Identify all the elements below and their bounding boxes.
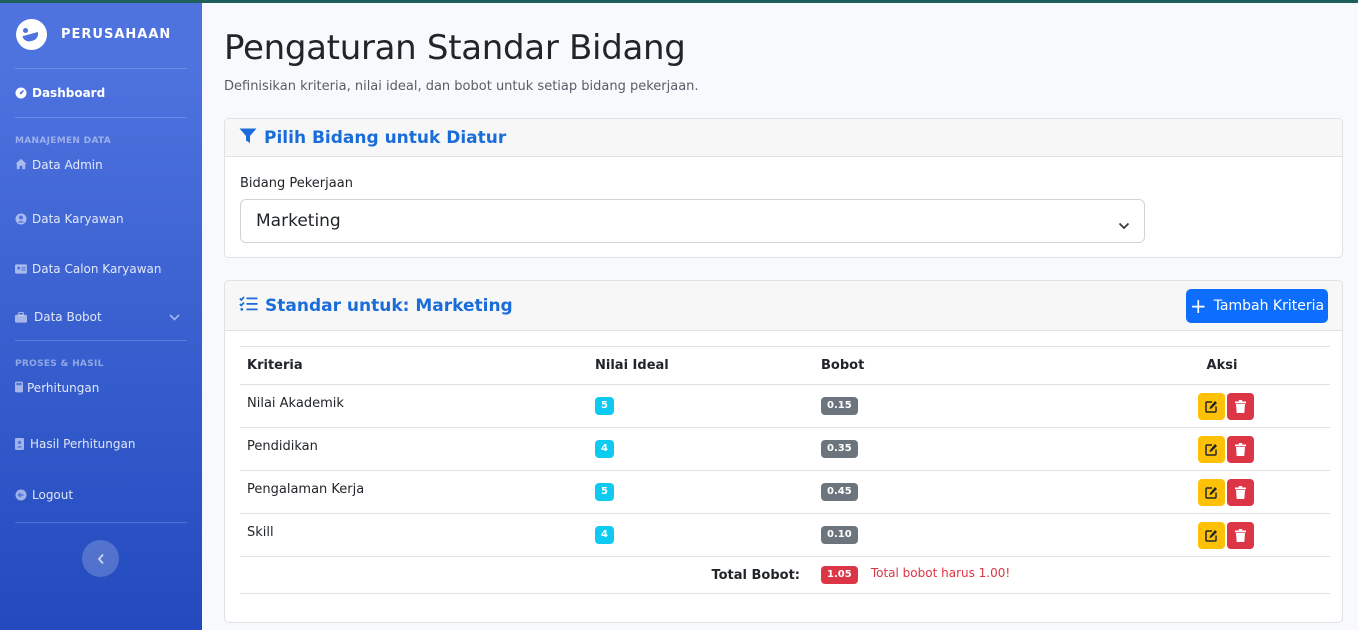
total-label: Total Bobot: bbox=[240, 556, 814, 594]
top-accent-line bbox=[0, 0, 1358, 3]
trash-icon bbox=[1234, 399, 1246, 413]
bobot-badge: 0.45 bbox=[821, 483, 858, 501]
sidebar-item-logout[interactable]: Logout bbox=[0, 475, 202, 515]
kriteria-cell: Pendidikan bbox=[240, 427, 588, 471]
sidebar-item-data-karyawan[interactable]: Data Karyawan bbox=[0, 194, 202, 244]
briefcase-icon bbox=[15, 311, 27, 323]
sidebar-item-label: Data Admin bbox=[32, 158, 103, 172]
sidebar-item-label: Dashboard bbox=[32, 86, 106, 100]
main-content: Pengaturan Standar Bidang Definisikan kr… bbox=[202, 0, 1358, 630]
sidebar-item-label: Data Karyawan bbox=[32, 212, 124, 226]
card-title: Standar untuk: Marketing bbox=[265, 295, 513, 316]
delete-button[interactable] bbox=[1226, 435, 1254, 463]
sidebar-item-dashboard[interactable]: Dashboard bbox=[0, 69, 202, 117]
bobot-badge: 0.35 bbox=[821, 440, 858, 458]
plus-icon: + bbox=[1189, 294, 1207, 318]
column-header-kriteria: Kriteria bbox=[240, 346, 588, 385]
column-header-bobot: Bobot bbox=[814, 346, 1114, 385]
delete-button[interactable] bbox=[1226, 521, 1254, 549]
sidebar-item-label: Data Bobot bbox=[34, 310, 102, 324]
table-header-row: Kriteria Nilai Ideal Bobot Aksi bbox=[240, 346, 1330, 385]
sidebar-divider bbox=[15, 522, 187, 523]
brand-logo-icon bbox=[16, 18, 47, 50]
delete-button[interactable] bbox=[1226, 478, 1254, 506]
column-header-aksi: Aksi bbox=[1114, 346, 1330, 385]
bobot-badge: 0.10 bbox=[821, 526, 858, 544]
bidang-select[interactable]: Marketing bbox=[240, 199, 1145, 243]
trash-icon bbox=[1234, 442, 1246, 456]
card-header: Pilih Bidang untuk Diatur bbox=[225, 119, 1342, 157]
sidebar: PERUSAHAAN Dashboard MANAJEMEN DATA Data… bbox=[0, 0, 202, 630]
edit-icon bbox=[1204, 529, 1217, 542]
sidebar-item-label: Logout bbox=[32, 488, 74, 502]
edit-button[interactable] bbox=[1197, 521, 1225, 549]
bobot-badge: 0.15 bbox=[821, 397, 858, 415]
edit-icon bbox=[1204, 443, 1217, 456]
sidebar-toggle-button[interactable] bbox=[82, 540, 119, 577]
total-bobot-badge: 1.05 bbox=[821, 566, 858, 584]
card-header: Standar untuk: Marketing + Tambah Kriter… bbox=[225, 281, 1342, 331]
sidebar-item-data-calon[interactable]: Data Calon Karyawan bbox=[0, 244, 202, 294]
sidebar-item-label: Perhitungan bbox=[27, 381, 100, 395]
page-title: Pengaturan Standar Bidang bbox=[224, 28, 686, 68]
nilai-ideal-badge: 4 bbox=[595, 440, 614, 458]
sidebar-heading-data: MANAJEMEN DATA bbox=[15, 136, 112, 146]
trash-icon bbox=[1234, 485, 1246, 499]
kriteria-cell: Pengalaman Kerja bbox=[240, 470, 588, 514]
column-header-nilai-ideal: Nilai Ideal bbox=[588, 346, 814, 385]
home-icon bbox=[15, 158, 27, 170]
sidebar-brand[interactable]: PERUSAHAAN bbox=[0, 0, 202, 68]
table-row: Skill 4 0.10 bbox=[240, 513, 1330, 557]
table-row: Nilai Akademik 5 0.15 bbox=[240, 384, 1330, 428]
calculator-icon bbox=[15, 381, 23, 393]
sidebar-item-hasil[interactable]: Hasil Perhitungan bbox=[0, 413, 202, 475]
sidebar-item-data-admin[interactable]: Data Admin bbox=[0, 152, 202, 194]
sidebar-heading-proses: PROSES & HASIL bbox=[15, 359, 104, 369]
kriteria-table: Kriteria Nilai Ideal Bobot Aksi Nilai Ak… bbox=[240, 346, 1330, 594]
kriteria-cell: Skill bbox=[240, 513, 588, 557]
list-check-icon bbox=[239, 295, 258, 316]
add-kriteria-button[interactable]: + Tambah Kriteria bbox=[1186, 289, 1328, 323]
select-field-card: Pilih Bidang untuk Diatur Bidang Pekerja… bbox=[224, 118, 1343, 258]
kriteria-cell: Nilai Akademik bbox=[240, 384, 588, 428]
sidebar-item-label: Data Calon Karyawan bbox=[32, 262, 162, 276]
user-circle-icon bbox=[15, 213, 27, 225]
select-value: Marketing bbox=[256, 211, 341, 231]
page-subtitle: Definisikan kriteria, nilai ideal, dan b… bbox=[224, 79, 699, 94]
edit-button[interactable] bbox=[1197, 392, 1225, 420]
sidebar-item-perhitungan[interactable]: Perhitungan bbox=[0, 375, 202, 413]
card-title: Pilih Bidang untuk Diatur bbox=[264, 127, 507, 148]
dashboard-icon bbox=[15, 87, 27, 99]
table-row: Pengalaman Kerja 5 0.45 bbox=[240, 470, 1330, 514]
logout-icon bbox=[15, 489, 27, 501]
edit-button[interactable] bbox=[1197, 478, 1225, 506]
edit-icon bbox=[1204, 486, 1217, 499]
chevron-down-icon bbox=[1118, 215, 1130, 235]
id-card-icon bbox=[15, 263, 27, 275]
delete-button[interactable] bbox=[1226, 392, 1254, 420]
filter-icon bbox=[239, 128, 257, 148]
button-label: Tambah Kriteria bbox=[1213, 298, 1325, 314]
brand-name: PERUSAHAAN bbox=[61, 26, 172, 42]
field-label: Bidang Pekerjaan bbox=[240, 176, 353, 191]
chevron-left-icon bbox=[97, 553, 104, 564]
standard-card: Standar untuk: Marketing + Tambah Kriter… bbox=[224, 280, 1343, 623]
chevron-down-icon bbox=[169, 310, 180, 324]
nilai-ideal-badge: 5 bbox=[595, 397, 614, 415]
clipboard-icon bbox=[15, 438, 24, 450]
edit-icon bbox=[1204, 400, 1217, 413]
edit-button[interactable] bbox=[1197, 435, 1225, 463]
table-row: Pendidikan 4 0.35 bbox=[240, 427, 1330, 471]
total-row: Total Bobot: 1.05 Total bobot harus 1.00… bbox=[240, 556, 1330, 594]
nilai-ideal-badge: 4 bbox=[595, 526, 614, 544]
sidebar-item-label: Hasil Perhitungan bbox=[30, 437, 136, 451]
trash-icon bbox=[1234, 528, 1246, 542]
total-warning-text: Total bobot harus 1.00! bbox=[870, 566, 1011, 580]
nilai-ideal-badge: 5 bbox=[595, 483, 614, 501]
sidebar-item-data-bobot[interactable]: Data Bobot bbox=[0, 294, 202, 340]
